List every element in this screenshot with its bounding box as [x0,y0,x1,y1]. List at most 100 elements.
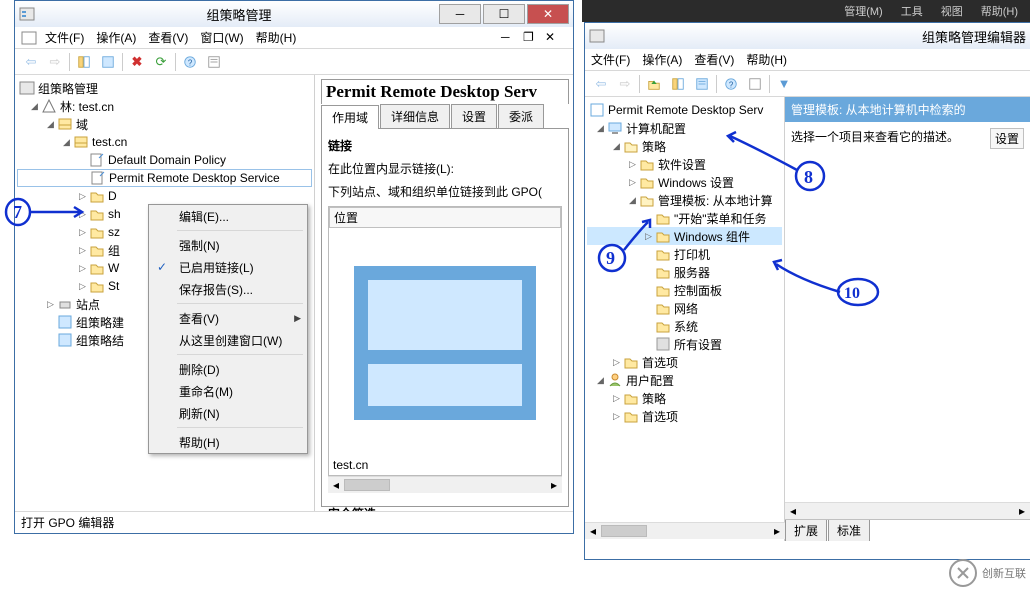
gpme-filter-button[interactable]: ▼ [774,74,794,94]
etree-prefs[interactable]: ▷首选项 [587,353,782,371]
refresh-button-tb[interactable]: ⟳ [151,52,171,72]
gpme-help-button[interactable]: ? [721,74,741,94]
gpme-back-button[interactable]: ⇦ [591,74,611,94]
menu-view[interactable]: 查看(V) [148,29,188,46]
gpme-menu-file[interactable]: 文件(F) [591,51,630,68]
ctx-save-report[interactable]: 保存报告(S)... [149,278,307,300]
col-setting[interactable]: 设置 [990,128,1024,149]
etree-user-prefs[interactable]: ▷首选项 [587,407,782,425]
links-scrollbar[interactable]: ◂▸ [328,476,562,493]
ctx-edit[interactable]: 编辑(E)... [149,205,307,227]
context-menu: 编辑(E)... 强制(N) ✓已启用链接(L) 保存报告(S)... 查看(V… [148,204,308,454]
properties-button[interactable] [98,52,118,72]
gpm-app-icon [19,6,35,22]
etree-cpanel[interactable]: 控制面板 [587,281,782,299]
tab-extended[interactable]: 扩展 [785,520,827,541]
delete-button-tb[interactable]: ✖ [127,52,147,72]
tree-root[interactable]: 组策略管理 [17,79,312,97]
list-item[interactable] [990,181,1024,197]
gpme-tree[interactable]: Permit Remote Desktop Serv ◢计算机配置 ◢策略 ▷软… [585,97,785,541]
detail-scrollbar[interactable]: ◂▸ [785,502,1030,519]
ctx-new-window[interactable]: 从这里创建窗口(W) [149,329,307,351]
strip-ctrl: 管理(M) [844,3,883,19]
etree-root[interactable]: Permit Remote Desktop Serv [587,101,782,119]
menu-action[interactable]: 操作(A) [96,29,136,46]
menu-window[interactable]: 窗口(W) [200,29,243,46]
tab-standard[interactable]: 标准 [828,520,870,541]
statusbar-text: 打开 GPO 编辑器 [21,514,114,531]
list-item[interactable] [990,149,1024,165]
gpme-up-button[interactable] [644,74,664,94]
list-item[interactable] [990,197,1024,213]
options-button-tb[interactable] [204,52,224,72]
gpme-menu-help[interactable]: 帮助(H) [746,51,787,68]
gpme-tree-scrollbar[interactable]: ◂▸ [585,522,785,539]
tree-domains[interactable]: ◢域 [17,115,312,133]
tree-domain[interactable]: ◢test.cn [17,133,312,151]
maximize-button[interactable]: ☐ [483,4,525,24]
tree-default-gpo[interactable]: Default Domain Policy [17,151,312,169]
list-item[interactable] [990,229,1024,245]
tree-forest[interactable]: ◢林: test.cn [17,97,312,115]
etree-policies[interactable]: ◢策略 [587,137,782,155]
etree-start[interactable]: "开始"菜单和任务 [587,209,782,227]
list-item[interactable] [990,165,1024,181]
gpme-menu-action[interactable]: 操作(A) [642,51,682,68]
tab-delegate[interactable]: 委派 [498,104,544,128]
etree-user-pol[interactable]: ▷策略 [587,389,782,407]
detail-desc: 选择一个项目来查看它的描述。 [791,128,980,496]
etree-wincomp[interactable]: ▷Windows 组件 [587,227,782,245]
col-location[interactable]: 位置 [329,207,561,228]
ctx-help[interactable]: 帮助(H) [149,431,307,453]
tab-detail[interactable]: 详细信息 [380,104,450,128]
logo-text: 创新互联 [982,565,1026,581]
tree-permit-gpo[interactable]: Permit Remote Desktop Service [17,169,312,187]
gpme-showhide-button[interactable] [668,74,688,94]
menu-help[interactable]: 帮助(H) [256,29,297,46]
gpme-options-button[interactable] [745,74,765,94]
tree-ou-d[interactable]: ▷D [17,187,312,205]
etree-network[interactable]: 网络 [587,299,782,317]
detail-header-bar: 管理模板: 从本地计算机中检索的 [785,97,1030,122]
mdi-close-button[interactable]: ✕ [545,30,567,46]
strip-tool: 工具 [901,3,923,19]
ctx-enable-link[interactable]: ✓已启用链接(L) [149,256,307,278]
etree-computer[interactable]: ◢计算机配置 [587,119,782,137]
gpme-menu-view[interactable]: 查看(V) [694,51,734,68]
gpm-toolbar: ⇦ ⇨ ✖ ⟳ ? [15,49,573,75]
etree-allset[interactable]: 所有设置 [587,335,782,353]
etree-adm[interactable]: ◢管理模板: 从本地计算 [587,191,782,209]
security-header: 安全筛选 [328,503,562,511]
help-button-tb[interactable]: ? [180,52,200,72]
ctx-view[interactable]: 查看(V)▶ [149,307,307,329]
forward-button[interactable]: ⇨ [45,52,65,72]
ctx-rename[interactable]: 重命名(M) [149,380,307,402]
close-button[interactable]: ✕ [527,4,569,24]
back-button[interactable]: ⇦ [21,52,41,72]
etree-system[interactable]: 系统 [587,317,782,335]
gpo-tabs: 作用域 详细信息 设置 委派 [321,104,569,129]
etree-user[interactable]: ◢用户配置 [587,371,782,389]
etree-software[interactable]: ▷软件设置 [587,155,782,173]
tab-scope[interactable]: 作用域 [321,105,379,129]
list-item[interactable] [990,293,1024,309]
etree-winset[interactable]: ▷Windows 设置 [587,173,782,191]
list-item[interactable] [990,213,1024,229]
etree-printers[interactable]: 打印机 [587,245,782,263]
mdi-minimize-button[interactable]: ─ [501,30,523,46]
etree-servers[interactable]: 服务器 [587,263,782,281]
gpme-forward-button[interactable]: ⇨ [615,74,635,94]
ctx-enforce[interactable]: 强制(N) [149,234,307,256]
check-icon: ✓ [157,260,167,274]
ctx-delete[interactable]: 删除(D) [149,358,307,380]
link-item-testcn[interactable]: test.cn [329,228,561,475]
minimize-button[interactable]: ─ [439,4,481,24]
mdi-restore-button[interactable]: ❐ [523,30,545,46]
gpme-list-button[interactable] [692,74,712,94]
show-hide-button[interactable] [74,52,94,72]
tab-setting[interactable]: 设置 [451,104,497,128]
list-item[interactable] [990,245,1024,261]
gpme-menubar: 文件(F) 操作(A) 查看(V) 帮助(H) [585,49,1030,71]
menu-file[interactable]: 文件(F) [45,29,84,46]
ctx-refresh[interactable]: 刷新(N) [149,402,307,424]
